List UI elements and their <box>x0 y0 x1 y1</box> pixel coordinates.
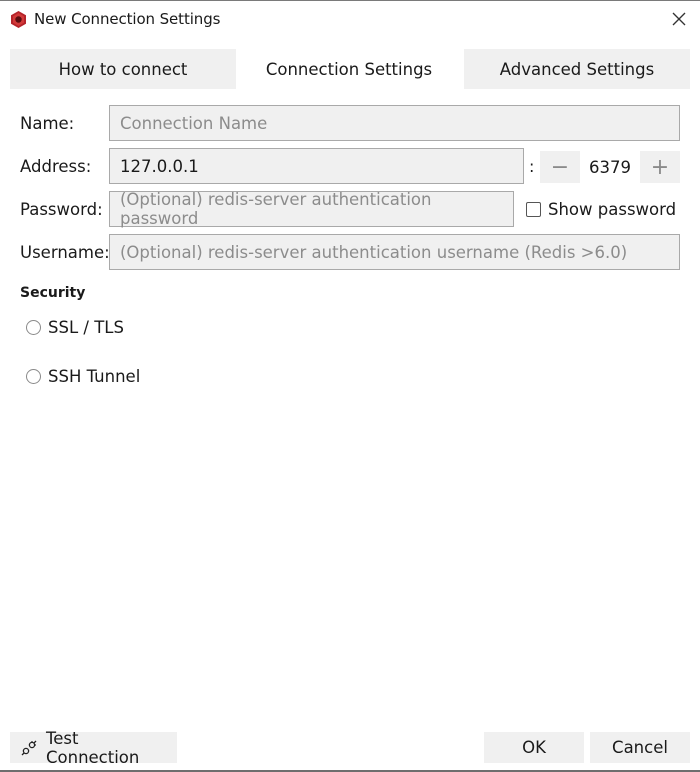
username-input[interactable]: (Optional) redis-server authentication u… <box>109 234 680 270</box>
redis-app-icon <box>9 10 28 29</box>
port-separator: : <box>529 157 535 176</box>
plug-icon <box>20 739 38 757</box>
port-decrement-button[interactable]: − <box>540 151 580 183</box>
tab-connection-settings[interactable]: Connection Settings <box>236 49 462 89</box>
show-password-label[interactable]: Show password <box>548 200 676 219</box>
ssh-tunnel-radio[interactable] <box>26 369 41 384</box>
password-label: Password: <box>20 200 103 219</box>
ssl-tls-radio[interactable] <box>26 320 41 335</box>
password-input[interactable]: (Optional) redis-server authentication p… <box>109 190 514 228</box>
settings-tabs: How to connect Connection Settings Advan… <box>10 49 690 89</box>
ok-button[interactable]: OK <box>484 732 584 763</box>
title-bar: New Connection Settings <box>0 1 700 39</box>
ssl-tls-label[interactable]: SSL / TLS <box>48 318 124 337</box>
new-connection-dialog: New Connection Settings How to connect C… <box>0 0 700 772</box>
show-password-checkbox[interactable] <box>526 202 541 217</box>
close-button[interactable] <box>668 8 690 30</box>
address-input[interactable]: 127.0.0.1 <box>109 148 524 184</box>
name-label: Name: <box>20 114 75 133</box>
tab-how-to-connect[interactable]: How to connect <box>10 49 236 89</box>
close-icon <box>672 12 686 26</box>
port-increment-button[interactable]: + <box>640 151 680 183</box>
window-title: New Connection Settings <box>34 10 221 28</box>
address-label: Address: <box>20 157 92 176</box>
test-connection-label: Test Connection <box>46 728 140 767</box>
username-label: Username: <box>20 243 110 262</box>
tab-advanced-settings[interactable]: Advanced Settings <box>464 49 690 89</box>
name-input[interactable]: Connection Name <box>109 105 680 141</box>
ssh-tunnel-label[interactable]: SSH Tunnel <box>48 367 140 386</box>
cancel-button[interactable]: Cancel <box>590 732 690 763</box>
security-heading: Security <box>20 285 86 301</box>
port-input[interactable]: 6379 <box>580 151 640 183</box>
port-stepper: − 6379 + <box>540 151 680 183</box>
test-connection-button[interactable]: Test Connection <box>10 729 177 767</box>
